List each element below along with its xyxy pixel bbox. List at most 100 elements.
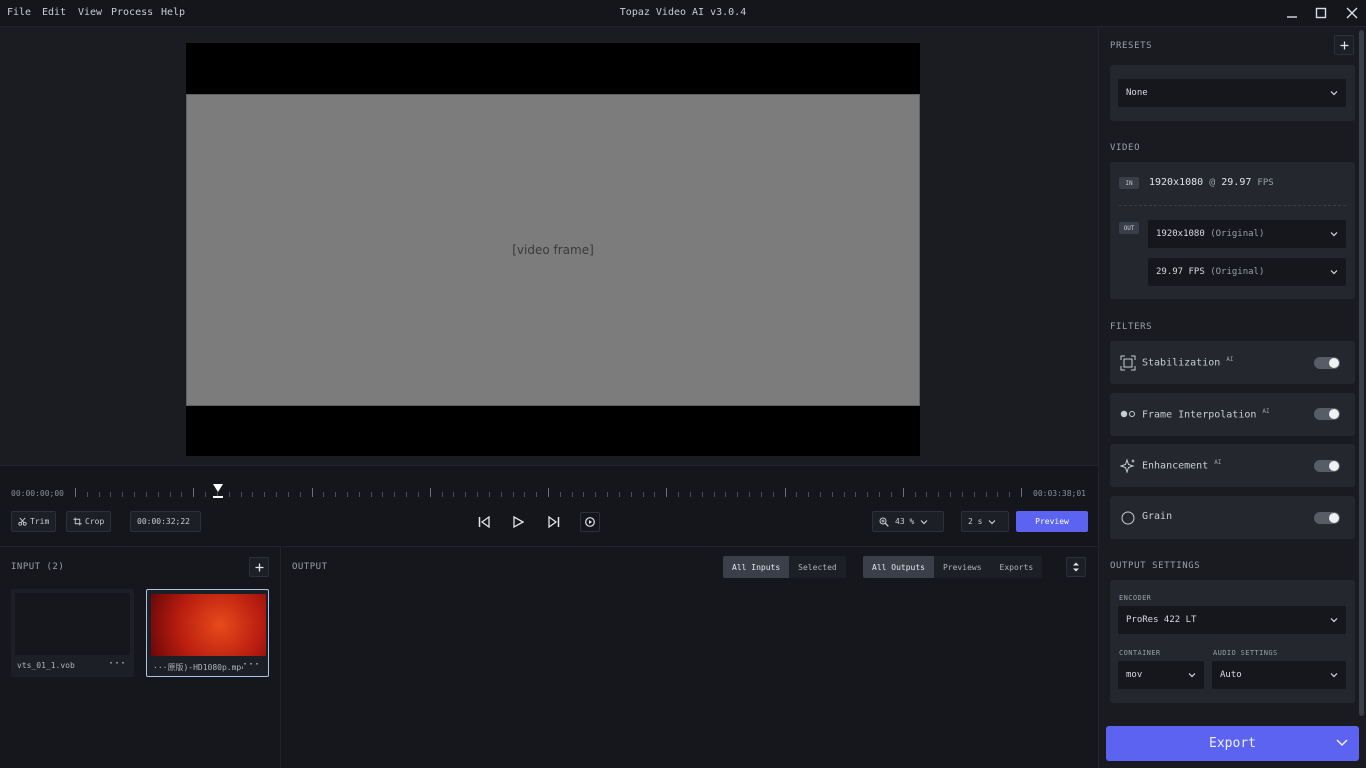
play-button[interactable] (508, 512, 528, 532)
input-thumbnail (151, 594, 266, 656)
sort-button[interactable] (1066, 557, 1086, 577)
audio-settings-dropdown[interactable]: Auto (1212, 661, 1346, 689)
menu-file[interactable]: File (7, 7, 31, 18)
add-preset-button[interactable] (1334, 35, 1354, 55)
ai-badge: AI (1226, 356, 1234, 363)
encoder-dropdown[interactable]: ProRes 422 LT (1118, 606, 1346, 634)
trim-button[interactable]: Trim (11, 511, 57, 532)
enhancement-name: Enhancement (1142, 460, 1209, 472)
output-filter-toggle: All Outputs Previews Exports (863, 556, 1043, 578)
menu-help[interactable]: Help (161, 7, 185, 18)
output-fps-note: (Original) (1210, 267, 1265, 277)
stabilization-name: Stabilization (1142, 357, 1221, 369)
sidebar-scrollbar[interactable] (1359, 30, 1364, 716)
frame-interpolation-toggle[interactable] (1314, 408, 1340, 420)
preview-button[interactable]: Preview (1016, 511, 1088, 532)
preview-duration-select[interactable]: 2 s (961, 511, 1009, 532)
chevron-down-icon (1330, 270, 1338, 275)
export-label: Export (1209, 736, 1256, 751)
video-divider (1119, 205, 1346, 206)
output-panel (282, 546, 1098, 768)
container-dropdown[interactable]: mov (1118, 661, 1204, 689)
video-preview-image[interactable]: [video frame] (186, 94, 920, 406)
grain-toggle[interactable] (1314, 512, 1340, 524)
more-options-button[interactable]: ··· (242, 659, 260, 670)
previews-tab[interactable]: Previews (933, 556, 991, 578)
chevron-down-icon (1330, 618, 1338, 623)
close-icon (1346, 7, 1358, 19)
container-label: CONTAINER (1119, 649, 1161, 657)
maximize-button[interactable] (1309, 3, 1333, 23)
frame-interpolation-name: Frame Interpolation (1142, 409, 1257, 421)
crop-button[interactable]: Crop (66, 511, 112, 532)
menu-view[interactable]: View (78, 7, 102, 18)
plus-icon (1340, 41, 1348, 49)
output-title: OUTPUT (292, 562, 328, 572)
minimize-icon (1287, 16, 1297, 18)
trim-label: Trim (30, 517, 50, 526)
stabilization-label: Stabilization AI (1142, 356, 1234, 368)
sort-icon (1073, 562, 1079, 572)
chevron-down-icon (1330, 673, 1338, 678)
in-tag: IN (1119, 177, 1139, 189)
enhancement-toggle[interactable] (1314, 460, 1340, 472)
crop-icon (73, 517, 82, 526)
chevron-down-icon (1188, 673, 1196, 678)
add-input-button[interactable] (249, 557, 269, 577)
out-tag: OUT (1119, 222, 1139, 234)
all-inputs-tab[interactable]: All Inputs (723, 556, 790, 578)
zoom-value: 43 % (895, 517, 915, 526)
encoder-label: ENCODER (1119, 594, 1152, 602)
maximize-icon (1315, 7, 1327, 19)
frame-interpolation-icon (1120, 410, 1135, 418)
chevron-down-icon (989, 519, 996, 524)
chevron-down-icon (1330, 232, 1338, 237)
ai-badge: AI (1262, 408, 1270, 415)
input-item-selected[interactable]: ···原版)-HD1080p.mp4 ··· (146, 589, 269, 677)
stabilization-icon (1120, 355, 1136, 371)
title-bar: File Edit View Process Help Topaz Video … (0, 0, 1366, 27)
selected-tab[interactable]: Selected (789, 556, 846, 578)
loop-button[interactable] (580, 512, 600, 532)
output-resolution-text: 1920x1080 (Original) (1156, 229, 1264, 239)
filters-title: FILTERS (1110, 322, 1153, 332)
input-item[interactable]: vts_01_1.vob ··· (11, 589, 134, 677)
app-title: Topaz Video AI v3.0.4 (619, 7, 747, 18)
step-forward-icon (548, 516, 560, 528)
output-resolution-dropdown[interactable]: 1920x1080 (Original) (1148, 220, 1346, 248)
close-button[interactable] (1340, 3, 1364, 23)
input-title: INPUT (2) (11, 562, 65, 572)
playhead-handle[interactable] (212, 483, 224, 499)
grain-name: Grain (1142, 511, 1173, 522)
container-value: mov (1126, 670, 1143, 680)
export-options-chevron-icon[interactable] (1336, 738, 1348, 748)
minimize-button[interactable] (1280, 3, 1304, 23)
timeline-start-time: 00:00:00;00 (11, 489, 64, 498)
output-fps-text: 29.97 FPS (Original) (1156, 267, 1264, 277)
preset-dropdown[interactable]: None (1118, 79, 1346, 107)
scissors-icon (18, 517, 27, 526)
menu-edit[interactable]: Edit (42, 7, 66, 18)
chevron-down-icon (1330, 91, 1338, 96)
more-options-button[interactable]: ··· (108, 658, 126, 669)
output-resolution-value: 1920x1080 (1156, 229, 1205, 239)
video-title: VIDEO (1110, 143, 1141, 153)
previous-frame-button[interactable] (474, 512, 494, 532)
all-outputs-tab[interactable]: All Outputs (863, 556, 934, 578)
play-icon (513, 516, 524, 528)
crop-label: Crop (85, 517, 105, 526)
input-thumbnail (15, 593, 130, 655)
export-button[interactable]: Export (1106, 726, 1359, 761)
output-settings-title: OUTPUT SETTINGS (1110, 561, 1201, 571)
zoom-select[interactable]: 43 % (872, 511, 944, 532)
ai-badge: AI (1214, 459, 1222, 466)
menu-process[interactable]: Process (111, 7, 153, 18)
zoom-icon (879, 517, 889, 527)
next-frame-button[interactable] (544, 512, 564, 532)
current-time-field[interactable]: 00:00:32;22 (130, 511, 201, 532)
timeline-panel (0, 465, 1098, 545)
output-fps-dropdown[interactable]: 29.97 FPS (Original) (1148, 258, 1346, 286)
exports-tab[interactable]: Exports (990, 556, 1043, 578)
stabilization-toggle[interactable] (1314, 357, 1340, 369)
output-resolution-note: (Original) (1210, 229, 1265, 239)
